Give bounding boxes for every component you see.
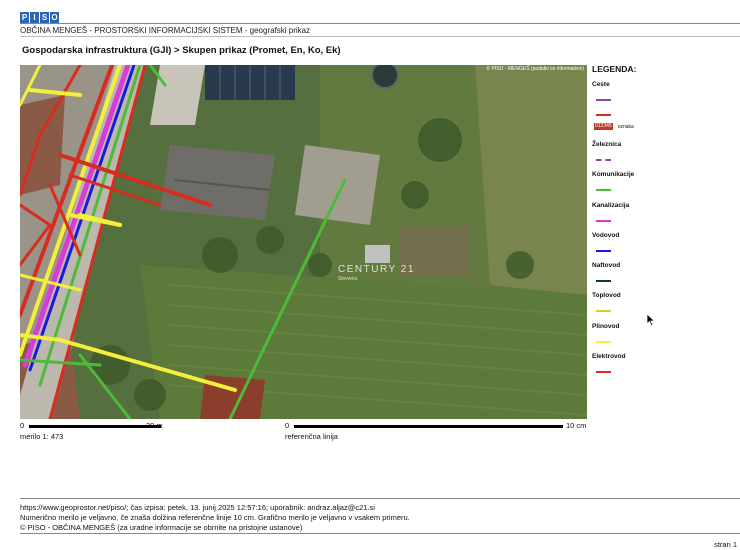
piso-logo: P I S O [20,12,59,23]
legend: LEGENDA: Ceste 012345 oznaka Železnica Komun… [592,64,732,383]
reference-line-end: 10 cm [566,421,587,430]
reference-line-caption: referenčna linija [285,432,338,441]
legend-group-label: Plinovod [592,322,620,330]
app-title: OBČINA MENGEŠ - PROSTORSKI INFORMACIJSKI… [20,26,311,35]
logo-letter: O [50,12,59,23]
mouse-cursor-icon [646,313,656,327]
map-viewport[interactable]: © PISO - MENGEŠ (podatki so informativni… [20,65,587,419]
legend-group-label: Toplovod [592,292,621,300]
legend-group-label: Železnica [592,141,622,148]
legend-group: Vodovod [592,232,732,262]
legend-group: Železnica [592,141,732,171]
footer-scale-note: Numerično merilo je veljavno, če znaša d… [20,513,410,522]
legend-swatch [596,280,611,283]
map-scale-bar [29,425,161,428]
legend-group-label: Elektrovod [592,353,626,361]
logo-letter: P [20,12,29,23]
legend-swatch [596,219,611,222]
legend-group: Toplovod [592,292,732,322]
header-divider-lower [20,36,740,37]
watermark-main: CENTURY 21 [338,264,415,275]
legend-groups: Ceste 012345 oznaka Železnica Komunikacije Ka… [592,81,732,383]
logo-letter: S [40,12,49,23]
legend-swatch [596,371,611,374]
page-number: stran 1 [714,540,737,549]
map-scale-caption: merilo 1: 473 [20,432,64,441]
legend-group: Kanalizacija [592,202,732,232]
legend-group-label: Vodovod [592,231,620,239]
legend-swatch [596,189,611,192]
footer-divider-lower [20,533,740,534]
map-scale-zero: 0 [20,421,25,430]
page-title: Gospodarska infrastruktura (GJI) > Skupe… [22,45,341,56]
legend-swatch [596,340,611,343]
legend-group: Elektrovod [592,353,732,383]
century21-watermark: CENTURY 21 Slovenia [338,264,415,282]
header-divider [20,23,740,24]
footer-divider [20,498,740,499]
legend-group-label: Komunikacije [592,171,635,179]
reference-line-zero: 0 [285,421,290,430]
legend-swatch [596,159,611,161]
oznaka-label: oznaka [617,123,634,130]
watermark-sub: Slovenia [338,276,358,282]
legend-group-label: Ceste [592,81,610,88]
legend-oznaka: 012345 oznaka [594,123,634,130]
legend-group: Komunikacije [592,171,732,201]
map-credit: © PISO - MENGEŠ (podatki so informativni… [486,66,584,72]
legend-swatch [596,114,611,116]
legend-group: Ceste 012345 oznaka [592,81,732,141]
legend-group-label: Naftovod [592,262,621,270]
footer-print-info: https://www.geoprostor.net/piso/; čas iz… [20,503,375,512]
legend-swatch [596,99,611,101]
aerial-map [20,65,587,419]
footer-copyright: © PISO - OBČINA MENGEŠ (za uradne inform… [20,523,303,532]
legend-swatch [596,249,611,252]
oznaka-sample: 012345 [594,123,613,130]
legend-swatch [596,310,611,313]
legend-group: Naftovod [592,262,732,292]
legend-title: LEGENDA: [592,64,637,74]
logo-letter: I [30,12,39,23]
reference-line-bar [294,425,563,428]
legend-group: Plinovod [592,323,732,353]
legend-group-label: Kanalizacija [592,201,630,209]
map-scale-end: 20 m [146,421,163,430]
